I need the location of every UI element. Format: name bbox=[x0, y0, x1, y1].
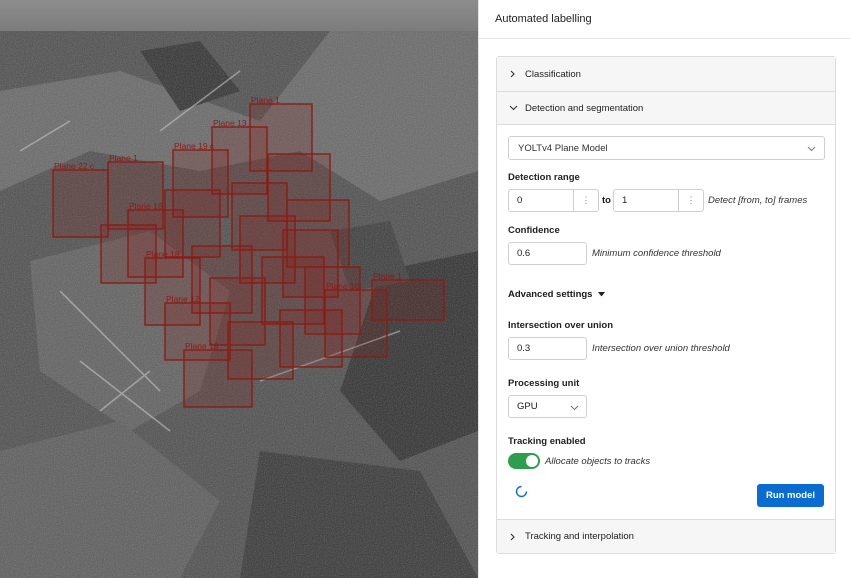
processing-unit-label: Processing unit bbox=[508, 378, 580, 389]
tracking-toggle[interactable] bbox=[508, 453, 540, 469]
detection-box-label: Plane 16 bbox=[129, 201, 163, 211]
section-classification[interactable]: Classification bbox=[497, 57, 835, 91]
detection-box-label: Plane 18 bbox=[146, 249, 180, 259]
detection-box-label: Plane 13 bbox=[213, 118, 247, 128]
chevron-right-icon bbox=[509, 70, 525, 78]
confidence-value: 0.6 bbox=[517, 248, 531, 259]
section-tracking[interactable]: Tracking and interpolation bbox=[497, 519, 835, 553]
more-vertical-icon[interactable]: ⋮ bbox=[678, 190, 703, 211]
detection-box[interactable] bbox=[183, 349, 253, 408]
advanced-settings-toggle[interactable]: Advanced settings bbox=[508, 289, 606, 300]
range-to-input[interactable]: 1 ⋮ bbox=[613, 189, 704, 212]
detection-box-label: Plane 22 c bbox=[54, 161, 95, 171]
toggle-knob bbox=[526, 455, 538, 467]
detection-box-label: Plane 19 c bbox=[174, 141, 215, 151]
more-vertical-icon[interactable]: ⋮ bbox=[573, 190, 598, 211]
detection-box[interactable] bbox=[371, 279, 445, 321]
iou-value: 0.3 bbox=[517, 343, 531, 354]
detection-boxes: Plane 22 c Plane 1 Plane 19 c Plane 13 Plane… bbox=[52, 95, 445, 408]
run-model-button[interactable]: Run model bbox=[757, 484, 824, 507]
detection-box-label: Plane 1 bbox=[109, 153, 138, 163]
range-from-input[interactable]: 0 ⋮ bbox=[508, 189, 599, 212]
chevron-down-icon bbox=[570, 403, 579, 414]
iou-input[interactable]: 0.3 bbox=[508, 337, 587, 360]
section-detection-label: Detection and segmentation bbox=[525, 102, 644, 114]
chevron-down-icon bbox=[807, 144, 816, 155]
iou-label: Intersection over union bbox=[508, 320, 614, 331]
confidence-input[interactable]: 0.6 bbox=[508, 242, 587, 265]
range-to-value: 1 bbox=[622, 195, 628, 206]
caret-down-icon bbox=[598, 289, 606, 300]
section-classification-label: Classification bbox=[525, 68, 581, 80]
detection-box-label: Plane 1 bbox=[251, 95, 280, 105]
panel-title: Automated labelling bbox=[479, 0, 850, 39]
tracking-hint: Allocate objects to tracks bbox=[545, 456, 651, 467]
section-tracking-label: Tracking and interpolation bbox=[525, 531, 634, 542]
processing-unit-select[interactable]: GPU bbox=[508, 395, 587, 418]
processing-unit-value: GPU bbox=[517, 401, 538, 412]
detection-box-label: Plane 12 bbox=[166, 294, 200, 304]
chevron-down-icon bbox=[509, 105, 525, 111]
chevron-right-icon bbox=[509, 533, 525, 541]
detection-box-label: Plane 1 bbox=[373, 271, 402, 281]
range-to-label: to bbox=[602, 195, 611, 206]
model-select-value: YOLTv4 Plane Model bbox=[518, 142, 608, 154]
confidence-label: Confidence bbox=[508, 225, 560, 236]
detection-box[interactable] bbox=[52, 169, 109, 238]
loading-spinner-icon bbox=[515, 485, 528, 501]
detection-range-label: Detection range bbox=[508, 172, 580, 183]
iou-hint: Intersection over union threshold bbox=[592, 343, 730, 354]
model-select[interactable]: YOLTv4 Plane Model bbox=[508, 136, 825, 160]
advanced-settings-label: Advanced settings bbox=[508, 289, 593, 300]
detection-box-label: Plane 18 bbox=[185, 341, 219, 351]
confidence-hint: Minimum confidence threshold bbox=[592, 248, 721, 259]
range-hint: Detect [from, to] frames bbox=[708, 195, 808, 206]
accordion: Classification Detection and segmentatio… bbox=[496, 56, 836, 554]
automated-labelling-panel: Automated labelling Classification Detec… bbox=[478, 0, 850, 578]
section-detection[interactable]: Detection and segmentation bbox=[497, 91, 835, 125]
range-from-value: 0 bbox=[517, 195, 523, 206]
detection-box-label: Plane 10 bbox=[326, 281, 360, 291]
tracking-enabled-label: Tracking enabled bbox=[508, 436, 586, 447]
image-viewer[interactable]: Plane 22 c Plane 1 Plane 19 c Plane 13 Plane… bbox=[0, 0, 478, 578]
